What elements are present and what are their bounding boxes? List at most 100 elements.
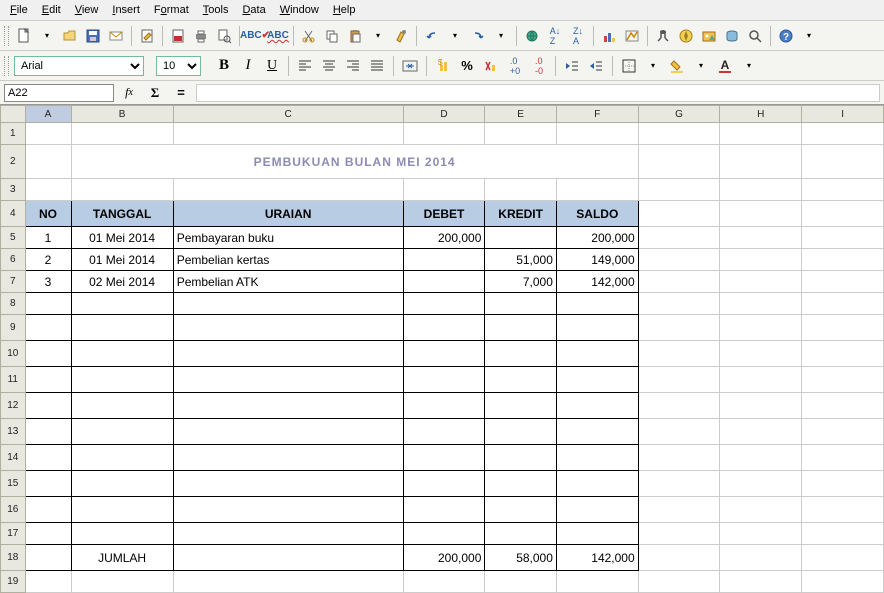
menu-insert[interactable]: Insert: [106, 2, 146, 18]
toolbar-handle[interactable]: [4, 56, 9, 76]
row-header[interactable]: 16: [1, 497, 26, 523]
chart-icon[interactable]: [598, 25, 620, 47]
sheet-title[interactable]: PEMBUKUAN BULAN MEI 2014: [71, 145, 638, 179]
italic-icon[interactable]: I: [237, 55, 259, 77]
row-header[interactable]: 6: [1, 249, 26, 271]
cell-kredit[interactable]: 7,000: [485, 271, 557, 293]
help-icon[interactable]: ?: [775, 25, 797, 47]
borders-dropdown-icon[interactable]: ▾: [642, 55, 664, 77]
undo-icon[interactable]: [421, 25, 443, 47]
percent-icon[interactable]: %: [456, 55, 478, 77]
header-no[interactable]: NO: [25, 201, 71, 227]
cell-uraian[interactable]: Pembelian ATK: [173, 271, 403, 293]
edit-file-icon[interactable]: [136, 25, 158, 47]
sum-icon[interactable]: Σ: [144, 82, 166, 104]
cell-saldo[interactable]: 200,000: [556, 227, 638, 249]
cell-kredit[interactable]: 51,000: [485, 249, 557, 271]
delete-decimal-icon[interactable]: .0-0: [528, 55, 550, 77]
select-all-corner[interactable]: [1, 106, 26, 123]
header-kredit[interactable]: KREDIT: [485, 201, 557, 227]
underline-icon[interactable]: U: [261, 55, 283, 77]
row-header[interactable]: 10: [1, 341, 26, 367]
row-header[interactable]: 9: [1, 315, 26, 341]
col-header-G[interactable]: G: [638, 106, 720, 123]
gallery-icon[interactable]: [698, 25, 720, 47]
row-header[interactable]: 8: [1, 293, 26, 315]
col-header-C[interactable]: C: [173, 106, 403, 123]
cell-total-label[interactable]: JUMLAH: [71, 545, 173, 571]
row-header[interactable]: 4: [1, 201, 26, 227]
equals-icon[interactable]: =: [170, 82, 192, 104]
col-header-B[interactable]: B: [71, 106, 173, 123]
datasources-icon[interactable]: [721, 25, 743, 47]
function-wizard-icon[interactable]: fx: [118, 82, 140, 104]
print-preview-icon[interactable]: [213, 25, 235, 47]
redo-dropdown-icon[interactable]: ▾: [490, 25, 512, 47]
header-tanggal[interactable]: TANGGAL: [71, 201, 173, 227]
cell-no[interactable]: 3: [25, 271, 71, 293]
font-name-select[interactable]: Arial: [14, 56, 144, 76]
fontcolor-dropdown-icon[interactable]: ▾: [738, 55, 760, 77]
menu-format[interactable]: Format: [148, 2, 195, 18]
row-header[interactable]: 3: [1, 179, 26, 201]
cell-no[interactable]: 2: [25, 249, 71, 271]
bgcolor-dropdown-icon[interactable]: ▾: [690, 55, 712, 77]
name-box[interactable]: [4, 84, 114, 102]
col-header-D[interactable]: D: [403, 106, 485, 123]
spreadsheet-grid[interactable]: A B C D E F G H I 1 2 PEMBUKUAN BULAN ME…: [0, 105, 884, 593]
menu-data[interactable]: Data: [236, 2, 271, 18]
row-header[interactable]: 17: [1, 523, 26, 545]
zoom-icon[interactable]: [744, 25, 766, 47]
cell-debet[interactable]: [403, 249, 485, 271]
find-icon[interactable]: [652, 25, 674, 47]
borders-icon[interactable]: [618, 55, 640, 77]
row-header[interactable]: 7: [1, 271, 26, 293]
cell-saldo[interactable]: 142,000: [556, 271, 638, 293]
autospell-icon[interactable]: ABC: [267, 25, 289, 47]
cell-kredit[interactable]: [485, 227, 557, 249]
align-justify-icon[interactable]: [366, 55, 388, 77]
sort-asc-icon[interactable]: A↓Z: [544, 25, 566, 47]
row-header[interactable]: 5: [1, 227, 26, 249]
cell-debet[interactable]: [403, 271, 485, 293]
merge-cells-icon[interactable]: [399, 55, 421, 77]
standard-format-icon[interactable]: [480, 55, 502, 77]
copy-icon[interactable]: [321, 25, 343, 47]
col-header-E[interactable]: E: [485, 106, 557, 123]
export-pdf-icon[interactable]: [167, 25, 189, 47]
cell-no[interactable]: 1: [25, 227, 71, 249]
row-header[interactable]: 11: [1, 367, 26, 393]
new-icon[interactable]: [13, 25, 35, 47]
col-header-H[interactable]: H: [720, 106, 802, 123]
align-center-icon[interactable]: [318, 55, 340, 77]
row-header[interactable]: 1: [1, 123, 26, 145]
header-uraian[interactable]: URAIAN: [173, 201, 403, 227]
menu-file[interactable]: File: [4, 2, 34, 18]
navigator-icon[interactable]: [675, 25, 697, 47]
bgcolor-icon[interactable]: [666, 55, 688, 77]
toolbar-handle[interactable]: [4, 26, 9, 46]
cell-tgl[interactable]: 01 Mei 2014: [71, 227, 173, 249]
print-icon[interactable]: [190, 25, 212, 47]
col-header-I[interactable]: I: [802, 106, 884, 123]
bold-icon[interactable]: B: [213, 55, 235, 77]
row-header[interactable]: 15: [1, 471, 26, 497]
row-header[interactable]: 18: [1, 545, 26, 571]
cell-total-kredit[interactable]: 58,000: [485, 545, 557, 571]
currency-icon[interactable]: $: [432, 55, 454, 77]
row-header[interactable]: 13: [1, 419, 26, 445]
menu-edit[interactable]: Edit: [36, 2, 67, 18]
row-header[interactable]: 19: [1, 571, 26, 593]
hyperlink-icon[interactable]: [521, 25, 543, 47]
format-paintbrush-icon[interactable]: [390, 25, 412, 47]
menu-help[interactable]: Help: [327, 2, 362, 18]
decrease-indent-icon[interactable]: [561, 55, 583, 77]
new-dropdown-icon[interactable]: ▾: [36, 25, 58, 47]
cell-debet[interactable]: 200,000: [403, 227, 485, 249]
paste-dropdown-icon[interactable]: ▾: [367, 25, 389, 47]
cell-uraian[interactable]: Pembelian kertas: [173, 249, 403, 271]
show-draw-icon[interactable]: [621, 25, 643, 47]
add-decimal-icon[interactable]: .0+0: [504, 55, 526, 77]
undo-dropdown-icon[interactable]: ▾: [444, 25, 466, 47]
col-header-A[interactable]: A: [25, 106, 71, 123]
